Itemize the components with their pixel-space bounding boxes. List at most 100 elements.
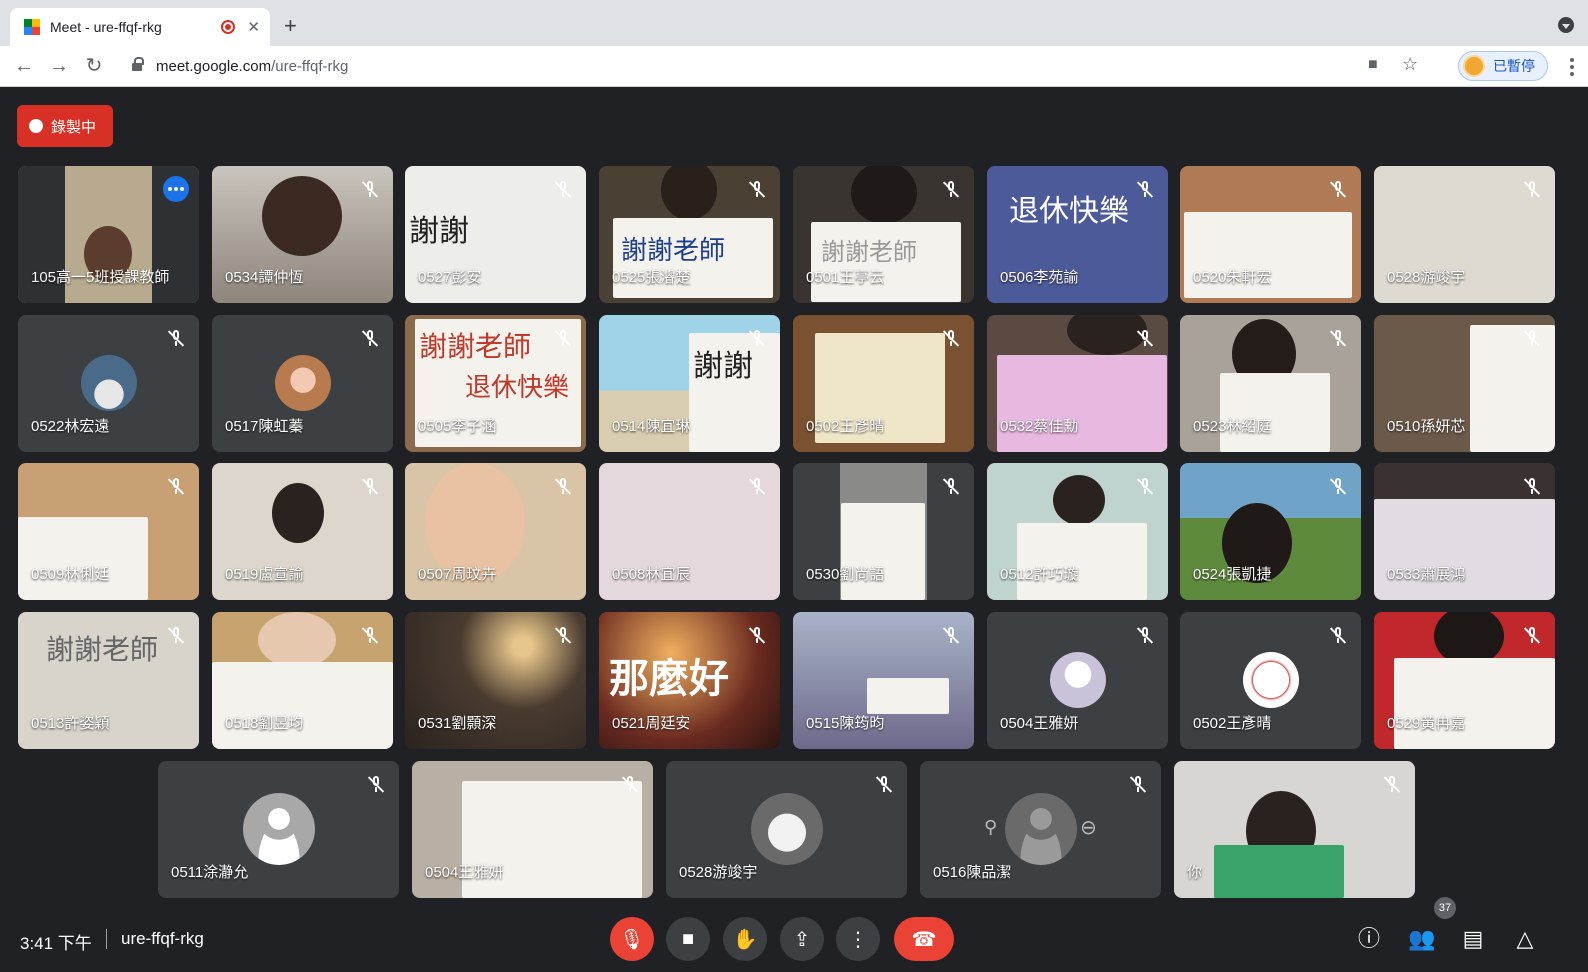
mic-muted-icon (620, 774, 640, 794)
participant-tile[interactable]: 0532蔡佳勳 (987, 315, 1168, 452)
tab-search-icon[interactable] (1558, 17, 1574, 33)
reload-icon[interactable]: ↻ (82, 54, 106, 78)
participant-name: 0501王亭云 (806, 269, 885, 286)
tab-close-button[interactable]: ✕ (247, 18, 260, 36)
mic-toggle-button[interactable]: 🎙 (610, 917, 654, 961)
participant-name: 0514陳宜琳 (612, 418, 691, 435)
participant-avatar (750, 793, 823, 865)
participant-tile[interactable]: 0510孫妍芯 (1374, 315, 1555, 452)
participant-tile[interactable]: 0523林紹庭 (1180, 315, 1361, 452)
participant-tile[interactable]: 0528游竣宇 (666, 761, 907, 898)
mic-muted-icon (360, 328, 380, 348)
participant-tile[interactable]: 0502王彥晴 (793, 315, 974, 452)
participant-tile[interactable]: 謝謝 0527彭安 (405, 166, 586, 303)
participant-tile[interactable]: 0504王雅妍 (987, 612, 1168, 749)
participant-tile[interactable]: 0507周玟卉 (405, 463, 586, 600)
participant-tile[interactable]: 謝謝老師 0525張濬楚 (599, 166, 780, 303)
back-icon[interactable]: ← (12, 54, 36, 78)
participant-name: 0533蕭展鴻 (1387, 566, 1466, 583)
present-icon: ⇪ (793, 928, 811, 951)
participant-name: 0530劉尚語 (806, 566, 885, 583)
participant-tile[interactable]: 謝謝老師 0513許姿穎 (18, 612, 199, 749)
participant-tile[interactable]: 0522林宏遠 (18, 315, 199, 452)
forward-icon[interactable]: → (47, 54, 71, 78)
divider (106, 929, 107, 949)
participant-tile[interactable]: 0508林宜辰 (599, 463, 780, 600)
bookmark-star-icon[interactable]: ☆ (1402, 54, 1418, 75)
mic-muted-icon (1522, 625, 1542, 645)
camera-toggle-button[interactable]: ■ (666, 917, 710, 961)
more-options-icon[interactable] (163, 176, 189, 202)
participant-tile[interactable]: 0530劉尚語 (793, 463, 974, 600)
activities-icon[interactable]: △ (1512, 926, 1538, 952)
participant-tile[interactable]: 0518劉昱均 (212, 612, 393, 749)
browser-tab[interactable]: Meet - ure-ffqf-rkg ✕ (10, 8, 270, 46)
participant-tile[interactable]: 105高一5班授課教師 (18, 166, 199, 303)
present-screen-button[interactable]: ⇪ (780, 917, 824, 961)
participant-tile[interactable]: 0511涂瀞允 (158, 761, 399, 898)
participant-tile[interactable]: 那麼好 0521周廷安 (599, 612, 780, 749)
participant-name: 0529黃冉嘉 (1387, 715, 1466, 732)
mic-muted-icon (553, 625, 573, 645)
camera-icon[interactable]: ■ (1368, 56, 1378, 74)
participant-name: 0524張凱捷 (1193, 566, 1272, 583)
mic-muted-icon (1135, 328, 1155, 348)
participant-tile[interactable]: 0520朱軒宏 (1180, 166, 1361, 303)
pin-icon[interactable]: ⚲ (984, 817, 997, 838)
browser-menu-icon[interactable] (1570, 58, 1574, 76)
address-bar[interactable]: meet.google.com /ure-ffqf-rkg (120, 52, 1420, 81)
tab-strip: Meet - ure-ffqf-rkg ✕ + (0, 0, 1588, 46)
participant-tile[interactable]: 謝謝老師 0501王亭云 (793, 166, 974, 303)
participant-tile[interactable]: 0515陳筠昀 (793, 612, 974, 749)
mic-muted-icon (1522, 476, 1542, 496)
sign-text: 那麼好 (609, 655, 729, 702)
participant-name: 0528游竣宇 (679, 864, 758, 881)
participant-tile[interactable]: 0528游竣宇 (1374, 166, 1555, 303)
participant-tile[interactable]: 0512許巧璇 (987, 463, 1168, 600)
more-options-button[interactable]: ⋮ (836, 917, 880, 961)
more-vert-icon: ⋮ (848, 928, 868, 951)
participant-tile[interactable]: 0533蕭展鴻 (1374, 463, 1555, 600)
recording-badge[interactable]: 錄製中 (17, 105, 113, 147)
participant-tile[interactable]: 0517陳虹蓁 (212, 315, 393, 452)
mic-muted-icon (360, 625, 380, 645)
participant-name: 0520朱軒宏 (1193, 269, 1272, 286)
participant-tile[interactable]: 0529黃冉嘉 (1374, 612, 1555, 749)
participant-tile[interactable]: 0519盧宣諭 (212, 463, 393, 600)
participant-tile[interactable]: 0504王雅妍 (412, 761, 653, 898)
self-view-tile[interactable]: 你 (1174, 761, 1415, 898)
chat-icon[interactable]: ▤ (1460, 926, 1486, 952)
raise-hand-button[interactable]: ✋ (723, 917, 767, 961)
mic-muted-icon (1522, 179, 1542, 199)
remove-icon[interactable]: ⊖ (1080, 815, 1097, 840)
participant-tile[interactable]: 0502王彥晴 (1180, 612, 1361, 749)
participant-tile[interactable]: 0531劉顥深 (405, 612, 586, 749)
participant-tile[interactable]: 0524張凱捷 (1180, 463, 1361, 600)
mic-muted-icon (553, 476, 573, 496)
mic-muted-icon (360, 476, 380, 496)
meeting-info-icon[interactable]: ⓘ (1356, 926, 1382, 952)
leave-call-button[interactable]: ☎ (894, 917, 954, 961)
participant-name: 0509林俐廷 (31, 566, 110, 583)
mic-muted-icon (874, 774, 894, 794)
mic-muted-icon (747, 328, 767, 348)
people-icon[interactable]: 👥 (1408, 926, 1435, 952)
mic-muted-icon (166, 328, 186, 348)
participant-tile[interactable]: 謝謝 0514陳宜琳 (599, 315, 780, 452)
participant-name: 0527彭安 (418, 269, 482, 286)
participant-tile[interactable]: 0509林俐廷 (18, 463, 199, 600)
participant-tile[interactable]: ⚲ ⊖ 0516陳品潔 (920, 761, 1161, 898)
new-tab-button[interactable]: + (284, 14, 297, 38)
participant-name: 0508林宜辰 (612, 566, 691, 583)
participant-name: 0534譚仲恆 (225, 269, 304, 286)
mic-muted-icon (1128, 774, 1148, 794)
mic-muted-icon (747, 625, 767, 645)
profile-button[interactable]: 已暫停 (1458, 51, 1548, 81)
mic-muted-icon (366, 774, 386, 794)
participant-tile[interactable]: 謝謝老師 退休快樂 0505李子涵 (405, 315, 586, 452)
participant-name: 0521周廷安 (612, 715, 691, 732)
participant-tile[interactable]: 0534譚仲恆 (212, 166, 393, 303)
participant-name: 0511涂瀞允 (171, 864, 249, 881)
participant-tile[interactable]: 退休快樂 0506李苑諭 (987, 166, 1168, 303)
participant-name: 0522林宏遠 (31, 418, 110, 435)
